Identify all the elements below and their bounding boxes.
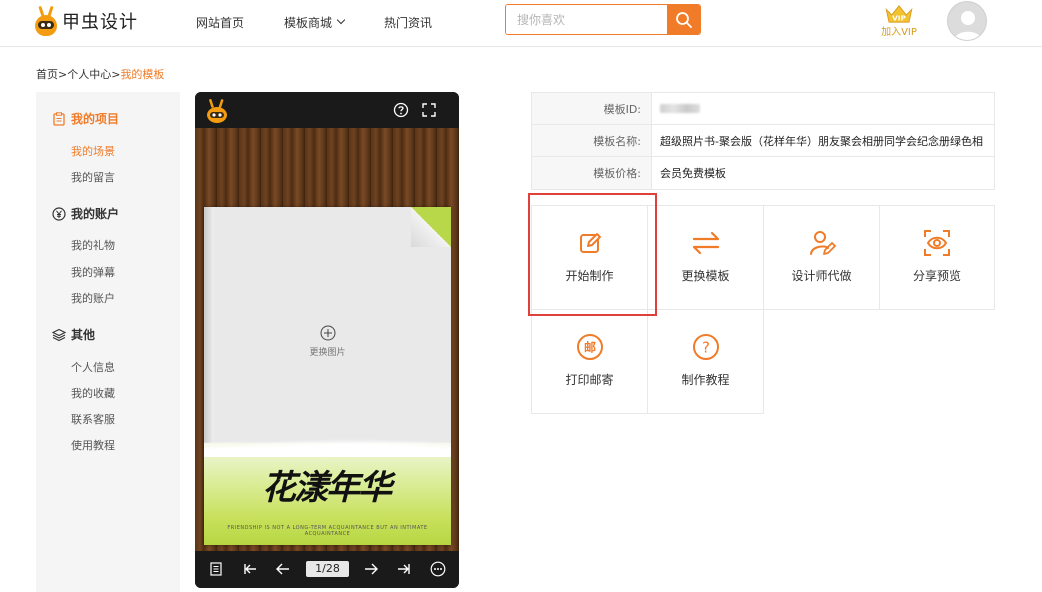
breadcrumb-center[interactable]: 个人中心 — [67, 68, 111, 81]
join-vip[interactable]: VIP 加入VIP — [878, 4, 920, 38]
print-mail-button[interactable]: 邮 打印邮寄 — [532, 310, 647, 413]
beetle-logo-icon — [34, 5, 58, 36]
help-icon: ? — [692, 334, 719, 360]
svg-text:?: ? — [702, 339, 710, 357]
sidebar-item-my-account[interactable]: 我的账户 — [71, 290, 115, 306]
logo-text: 甲虫设计 — [62, 12, 138, 33]
sidebar-item-personal-info[interactable]: 个人信息 — [71, 359, 115, 375]
sidebar-item-tutorial[interactable]: 使用教程 — [71, 437, 115, 453]
album-page: 更换图片 花漾年华 FRIENDSHIP IS NOT A LONG-TERM … — [204, 207, 451, 545]
beetle-logo-icon — [207, 99, 227, 123]
template-info-table: 模板ID: 模板名称: 超级照片书-聚会版（花样年华）朋友聚会相册同学会纪念册绿… — [531, 92, 995, 190]
more-options-icon[interactable] — [430, 561, 446, 577]
info-row-name: 模板名称: 超级照片书-聚会版（花样年华）朋友聚会相册同学会纪念册绿色相 — [532, 125, 994, 157]
vip-crown-icon: VIP — [885, 5, 913, 23]
template-id-value-redacted — [660, 104, 700, 113]
preview-bottom-bar: 1/28 — [195, 551, 459, 588]
sidebar-item-my-messages[interactable]: 我的留言 — [71, 169, 115, 185]
plus-circle-icon — [320, 325, 335, 341]
nav-hot-news[interactable]: 热门资讯 — [384, 14, 432, 30]
sidebar-item-my-gifts[interactable]: 我的礼物 — [71, 237, 115, 253]
next-page-icon[interactable] — [363, 561, 379, 577]
album-subtitle: FRIENDSHIP IS NOT A LONG-TERM ACQUAINTAN… — [227, 525, 428, 537]
top-header: 甲虫设计 网站首页 模板商城 热门资讯 VIP 加入VIP — [0, 0, 1042, 47]
album-title: 花漾年华 — [262, 468, 392, 508]
user-avatar[interactable] — [947, 1, 987, 41]
layers-icon — [52, 328, 66, 341]
yen-coin-icon — [52, 206, 66, 221]
wood-background: 更换图片 花漾年华 FRIENDSHIP IS NOT A LONG-TERM … — [195, 128, 459, 551]
search-box — [505, 4, 701, 35]
share-preview-button[interactable]: 分享预览 — [880, 206, 994, 309]
info-row-price: 模板价格: 会员免费模板 — [532, 157, 994, 189]
sidebar-group-my-account[interactable]: 我的账户 — [52, 205, 119, 222]
page-corner-fold[interactable] — [411, 207, 451, 247]
change-template-button[interactable]: 更换模板 — [648, 206, 763, 309]
preview-top-bar — [195, 92, 459, 128]
search-button[interactable] — [667, 5, 700, 34]
svg-text:邮: 邮 — [583, 340, 595, 355]
breadcrumb-home[interactable]: 首页 — [36, 68, 58, 81]
sidebar-group-other[interactable]: 其他 — [52, 326, 95, 343]
vip-label: 加入VIP — [881, 27, 917, 38]
sidebar-group-my-projects[interactable]: 我的项目 — [52, 110, 119, 127]
breadcrumb-current: 我的模板 — [120, 68, 165, 81]
search-input[interactable] — [506, 5, 667, 34]
designer-icon — [809, 231, 836, 255]
template-price-value: 会员免费模板 — [660, 167, 726, 180]
eye-icon — [924, 230, 950, 256]
main-nav: 网站首页 模板商城 热门资讯 — [196, 14, 472, 30]
last-page-icon[interactable] — [396, 561, 412, 577]
breadcrumb: 首页>个人中心>我的模板 — [36, 68, 165, 81]
nav-home[interactable]: 网站首页 — [196, 14, 244, 30]
vip-badge-text: VIP — [892, 13, 906, 22]
page-list-icon[interactable] — [208, 561, 224, 577]
fullscreen-icon[interactable] — [421, 102, 437, 118]
mail-icon: 邮 — [576, 334, 603, 360]
clipboard-icon — [53, 111, 65, 126]
user-icon — [954, 11, 982, 40]
swap-icon — [692, 231, 719, 255]
template-preview-phone: 更换图片 花漾年华 FRIENDSHIP IS NOT A LONG-TERM … — [195, 92, 459, 588]
sidebar-item-my-danmaku[interactable]: 我的弹幕 — [71, 264, 115, 280]
tutorial-button[interactable]: ? 制作教程 — [648, 310, 763, 413]
sidebar-item-my-scenes[interactable]: 我的场景 — [71, 143, 115, 159]
sidebar-item-contact-support[interactable]: 联系客服 — [71, 411, 115, 427]
first-page-icon[interactable] — [242, 561, 258, 577]
sidebar-item-my-favorites[interactable]: 我的收藏 — [71, 385, 115, 401]
replace-photo-button[interactable]: 更换图片 — [204, 325, 451, 358]
page-indicator[interactable]: 1/28 — [306, 561, 349, 577]
nav-template-store[interactable]: 模板商城 — [284, 14, 346, 30]
help-circle-icon[interactable] — [393, 102, 409, 118]
site-logo[interactable]: 甲虫设计 — [34, 4, 138, 38]
info-row-id: 模板ID: — [532, 93, 994, 125]
chevron-down-icon — [336, 15, 346, 25]
designer-service-button[interactable]: 设计师代做 — [764, 206, 879, 309]
template-name-value: 超级照片书-聚会版（花样年华）朋友聚会相册同学会纪念册绿色相 — [660, 134, 983, 148]
prev-page-icon[interactable] — [275, 561, 291, 577]
sidebar: 我的项目 我的场景 我的留言 我的账户 我的礼物 我的弹幕 我的账户 其他 个人… — [36, 92, 180, 592]
start-making-highlight-box — [528, 193, 657, 316]
search-icon — [675, 11, 692, 28]
